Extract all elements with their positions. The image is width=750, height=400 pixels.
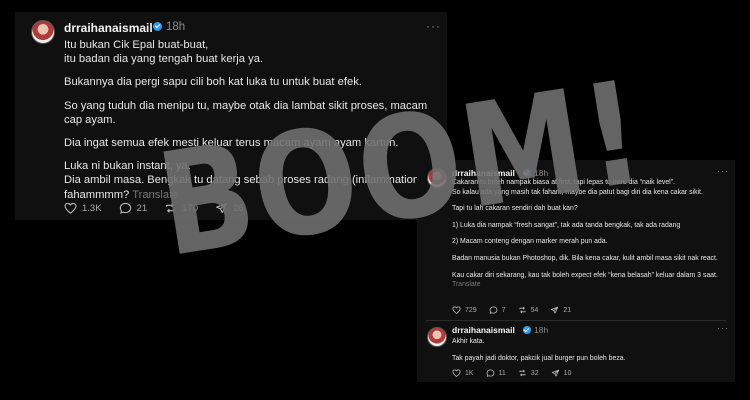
more-options-button[interactable]: ···: [717, 323, 729, 333]
heart-icon: [452, 369, 461, 377]
repost-button[interactable]: 54: [518, 306, 539, 314]
post-paragraph: So yang tuduh dia menipu tu, maybe otak …: [64, 99, 428, 126]
post-paragraph: 1) Luka dia nampak “fresh sangat”, tak a…: [452, 221, 681, 229]
reply-count: 7: [501, 306, 506, 314]
like-button[interactable]: 729: [452, 306, 477, 314]
share-count: 21: [563, 306, 572, 314]
post-body: Itu bukan Cik Epal buat-buat, itu badan …: [64, 38, 436, 211]
user-avatar[interactable]: [31, 20, 55, 44]
post-time[interactable]: 18h: [534, 325, 548, 335]
heart-icon: [452, 306, 461, 314]
post-time[interactable]: 18h: [166, 21, 185, 33]
repost-count: 32: [530, 369, 539, 377]
post-username[interactable]: drraihanaismail: [64, 21, 153, 35]
user-avatar[interactable]: [427, 327, 447, 347]
post-paragraph: Cakaran tu boleh nampak biasa at first, …: [452, 179, 703, 196]
reply-button[interactable]: 7: [489, 306, 506, 314]
side-post-card: drraihanaismail 18h ··· Cakaran tu boleh…: [417, 160, 735, 382]
post-paragraph-text: Luka ni bukan instant, ya. Dia ambil mas…: [64, 160, 426, 201]
post-paragraph: 2) Macam conteng dengan marker merah pun…: [452, 238, 608, 246]
post-paragraph: Itu bukan Cik Epal buat-buat, itu badan …: [64, 39, 264, 66]
repost-icon: [519, 369, 526, 377]
share-count: 26: [232, 202, 244, 214]
post-paragraph-last: Luka ni bukan instant, ya. Dia ambil mas…: [64, 159, 436, 202]
repost-icon: [519, 306, 526, 314]
post-paragraph: Tapi tu lah cakaran sendiri dah buat kan…: [452, 205, 578, 213]
reply-icon: [119, 202, 131, 214]
post-username[interactable]: drraihanaismail: [452, 325, 515, 335]
post-paragraph-text: Kau cakar diri sekarang, kau tak boleh e…: [452, 271, 718, 279]
like-count: 1K: [465, 369, 474, 377]
translate-link[interactable]: Translate: [452, 281, 480, 288]
post-paragraph: Tak payah jadi doktor, pakcik jual burge…: [452, 354, 626, 362]
heart-icon: [64, 202, 77, 214]
translate-link[interactable]: Translate: [132, 189, 178, 201]
post-paragraph: Dia ingat semua efek mesti keluar terus …: [64, 137, 399, 150]
share-button[interactable]: 21: [550, 306, 571, 314]
user-avatar[interactable]: [427, 168, 447, 188]
share-button[interactable]: 10: [551, 369, 572, 377]
post-time[interactable]: 18h: [534, 168, 548, 178]
share-icon: [216, 203, 227, 214]
like-count: 729: [465, 306, 477, 314]
post-paragraph: Bukannya dia pergi sapu cili boh kat luk…: [64, 76, 362, 89]
repost-icon: [166, 203, 175, 213]
reply-count: 11: [498, 369, 506, 377]
verified-badge-icon: [153, 22, 162, 31]
reply-icon: [489, 306, 498, 314]
repost-button[interactable]: 170: [164, 202, 198, 214]
post-actions: 729 7 54 21: [452, 306, 583, 314]
like-button[interactable]: 1.3K: [64, 202, 102, 214]
repost-button[interactable]: 32: [518, 369, 539, 377]
share-icon: [551, 369, 559, 377]
share-icon: [551, 306, 559, 314]
post-body: Akhir kata. Tak payah jadi doktor, pakci…: [452, 337, 730, 370]
share-count: 10: [563, 369, 572, 377]
post-actions: 1.3K 21 170 26: [64, 202, 261, 214]
post-paragraph-last: Kau cakar diri sekarang, kau tak boleh e…: [452, 271, 730, 290]
post-divider: [426, 320, 726, 321]
post-username[interactable]: drraihanaismail: [452, 168, 515, 178]
reply-button[interactable]: 11: [486, 369, 506, 377]
more-options-button[interactable]: ···: [426, 19, 441, 33]
post-paragraph: Badan manusia bukan Photoshop, dik. Bila…: [452, 254, 718, 262]
post-actions: 1K 11 32 10: [452, 369, 583, 377]
repost-count: 54: [530, 306, 539, 314]
reply-icon: [486, 369, 494, 377]
repost-count: 170: [182, 202, 198, 214]
like-count: 1.3K: [82, 202, 102, 214]
reply-button[interactable]: 21: [119, 202, 148, 214]
like-button[interactable]: 1K: [452, 369, 474, 377]
verified-badge-icon: [523, 326, 531, 334]
post-body: Cakaran tu boleh nampak biasa at first, …: [452, 178, 730, 297]
main-post-card: drraihanaismail 18h ··· Itu bukan Cik Ep…: [15, 12, 447, 220]
verified-badge-icon: [523, 169, 531, 177]
more-options-button[interactable]: ···: [717, 166, 729, 176]
share-button[interactable]: 26: [215, 202, 244, 214]
post-paragraph: Akhir kata.: [452, 338, 485, 345]
reply-count: 21: [136, 202, 148, 214]
